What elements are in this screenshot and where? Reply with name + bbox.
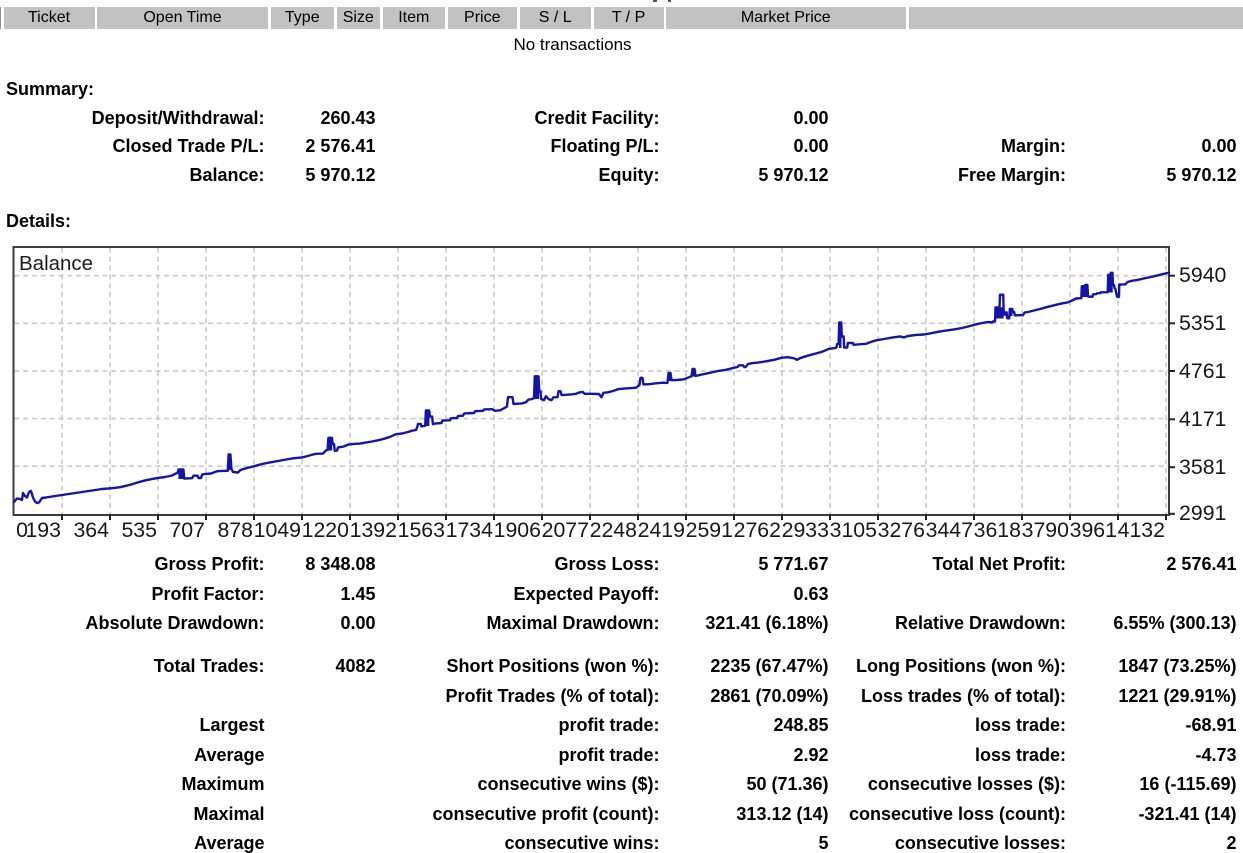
svg-text:Balance: Balance: [19, 252, 93, 275]
